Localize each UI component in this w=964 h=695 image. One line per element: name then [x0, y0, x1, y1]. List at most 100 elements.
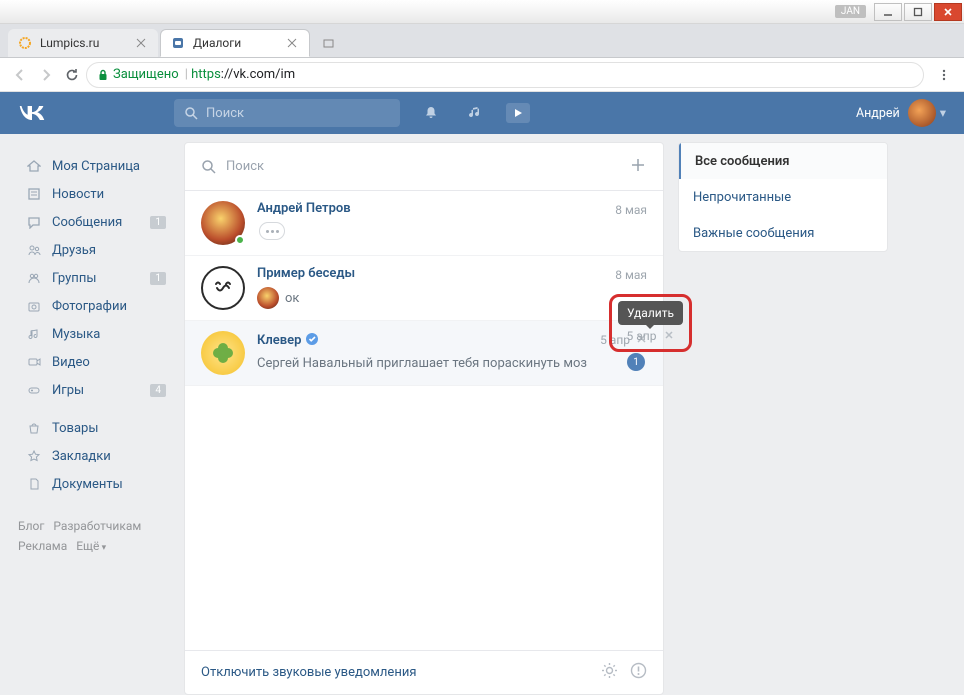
dialogs-search-input[interactable]: Поиск — [201, 159, 629, 174]
mute-sounds-link[interactable]: Отключить звуковые уведомления — [201, 665, 589, 680]
vk-logo[interactable] — [18, 104, 46, 122]
header-user-menu[interactable]: Андрей ▾ — [856, 99, 946, 127]
avatar — [201, 201, 245, 245]
lock-icon — [97, 69, 109, 81]
play-icon — [513, 108, 523, 118]
dialog-date: 8 мая — [615, 268, 647, 282]
dialogs-header: Поиск — [185, 143, 663, 191]
nav-video[interactable]: Видео — [18, 348, 172, 376]
avatar — [201, 331, 245, 375]
footer-blog[interactable]: Блог — [18, 519, 44, 533]
verified-icon — [305, 331, 319, 350]
close-icon[interactable] — [664, 329, 674, 343]
nav-news[interactable]: Новости — [18, 180, 172, 208]
gear-icon — [601, 662, 618, 679]
dialog-item[interactable]: Андрей Петров 8 мая — [185, 191, 663, 256]
window-maximize-button[interactable] — [904, 3, 932, 21]
camera-icon — [24, 299, 44, 313]
groups-icon — [24, 271, 44, 285]
tooltip-date-row: 5 апр — [618, 329, 683, 343]
browser-menu-button[interactable] — [932, 63, 956, 87]
nav-documents[interactable]: Документы — [18, 470, 172, 498]
browser-tab[interactable]: Lumpics.ru — [8, 29, 158, 57]
favicon-icon — [171, 36, 185, 50]
filter-all[interactable]: Все сообщения — [679, 143, 887, 179]
avatar — [908, 99, 936, 127]
dialogs-footer: Отключить звуковые уведомления — [185, 650, 663, 694]
nav-bookmarks[interactable]: Закладки — [18, 442, 172, 470]
nav-reload-button[interactable] — [60, 63, 84, 87]
tooltip: Удалить — [618, 301, 683, 325]
nav-photos[interactable]: Фотографии — [18, 292, 172, 320]
search-icon — [201, 159, 216, 174]
tab-close-icon[interactable] — [136, 37, 148, 49]
delete-tooltip-highlight: Удалить 5 апр — [609, 294, 692, 352]
browser-url-bar: Защищено | https://vk.com/im — [0, 58, 964, 92]
video-play-button[interactable] — [506, 103, 530, 123]
nav-my-page[interactable]: Моя Страница — [18, 152, 172, 180]
browser-tab[interactable]: Диалоги — [160, 29, 310, 57]
browser-tab-strip: Lumpics.ru Диалоги — [0, 24, 964, 58]
games-icon — [24, 383, 44, 397]
online-indicator — [235, 235, 245, 245]
music-button[interactable] — [462, 100, 488, 126]
badge: 1 — [150, 216, 166, 229]
badge: 4 — [150, 384, 166, 397]
window-minimize-button[interactable] — [874, 3, 902, 21]
header-search-input[interactable]: Поиск — [174, 99, 400, 127]
dialog-name: Пример беседы — [257, 266, 355, 281]
search-icon — [184, 106, 198, 120]
star-icon — [24, 449, 44, 463]
secure-indicator: Защищено — [97, 67, 179, 82]
compose-button[interactable] — [629, 156, 647, 178]
nav-music[interactable]: Музыка — [18, 320, 172, 348]
avatar — [201, 266, 245, 310]
user-name: Андрей — [856, 106, 900, 121]
os-user-badge: JAN — [835, 5, 866, 18]
dialog-item[interactable]: Клевер Сергей Навальный приглашает тебя … — [185, 321, 663, 386]
chevron-down-icon: ▾ — [940, 105, 946, 121]
unread-badge: 1 — [627, 353, 645, 371]
nav-forward-button[interactable] — [34, 63, 58, 87]
filter-unread[interactable]: Непрочитанные — [679, 179, 887, 215]
doc-icon — [24, 477, 44, 491]
new-tab-button[interactable] — [318, 33, 340, 53]
url-field[interactable]: Защищено | https://vk.com/im — [86, 62, 924, 88]
filter-important[interactable]: Важные сообщения — [679, 215, 887, 251]
info-button[interactable] — [630, 662, 647, 683]
dialog-snippet — [257, 222, 587, 240]
nav-back-button[interactable] — [8, 63, 32, 87]
settings-button[interactable] — [601, 662, 618, 683]
footer-devs[interactable]: Разработчикам — [53, 519, 141, 533]
dialog-name: Клевер — [257, 333, 301, 348]
plus-icon — [629, 156, 647, 174]
nav-friends[interactable]: Друзья — [18, 236, 172, 264]
friends-icon — [24, 243, 44, 257]
window-close-button[interactable] — [934, 3, 962, 21]
tab-title: Lumpics.ru — [40, 36, 130, 50]
message-icon — [24, 215, 44, 229]
dialog-name: Андрей Петров — [257, 201, 351, 216]
favicon-icon — [18, 36, 32, 50]
tab-close-icon[interactable] — [287, 37, 299, 49]
music-nav-icon — [24, 327, 44, 341]
info-icon — [630, 662, 647, 679]
notifications-button[interactable] — [418, 100, 444, 126]
nav-market[interactable]: Товары — [18, 414, 172, 442]
nav-games[interactable]: Игры4 — [18, 376, 172, 404]
dialog-snippet: Сергей Навальный приглашает тебя пораски… — [257, 356, 587, 371]
music-icon — [467, 105, 483, 121]
mini-avatar — [257, 287, 279, 309]
nav-messages[interactable]: Сообщения1 — [18, 208, 172, 236]
news-icon — [24, 187, 44, 201]
nav-groups[interactable]: Группы1 — [18, 264, 172, 292]
vk-header: Поиск Андрей ▾ — [0, 92, 964, 134]
video-icon — [24, 355, 44, 369]
main-area: Поиск Андрей Петров 8 мая — [184, 142, 946, 695]
footer-ads[interactable]: Реклама — [18, 539, 67, 553]
footer-more[interactable]: Ещё ▾ — [76, 539, 106, 553]
bag-icon — [24, 421, 44, 435]
tab-title: Диалоги — [193, 36, 281, 50]
footer-links: Блог Разработчикам Реклама Ещё ▾ — [18, 516, 172, 557]
dialog-item[interactable]: Пример беседы ок 8 мая — [185, 256, 663, 321]
